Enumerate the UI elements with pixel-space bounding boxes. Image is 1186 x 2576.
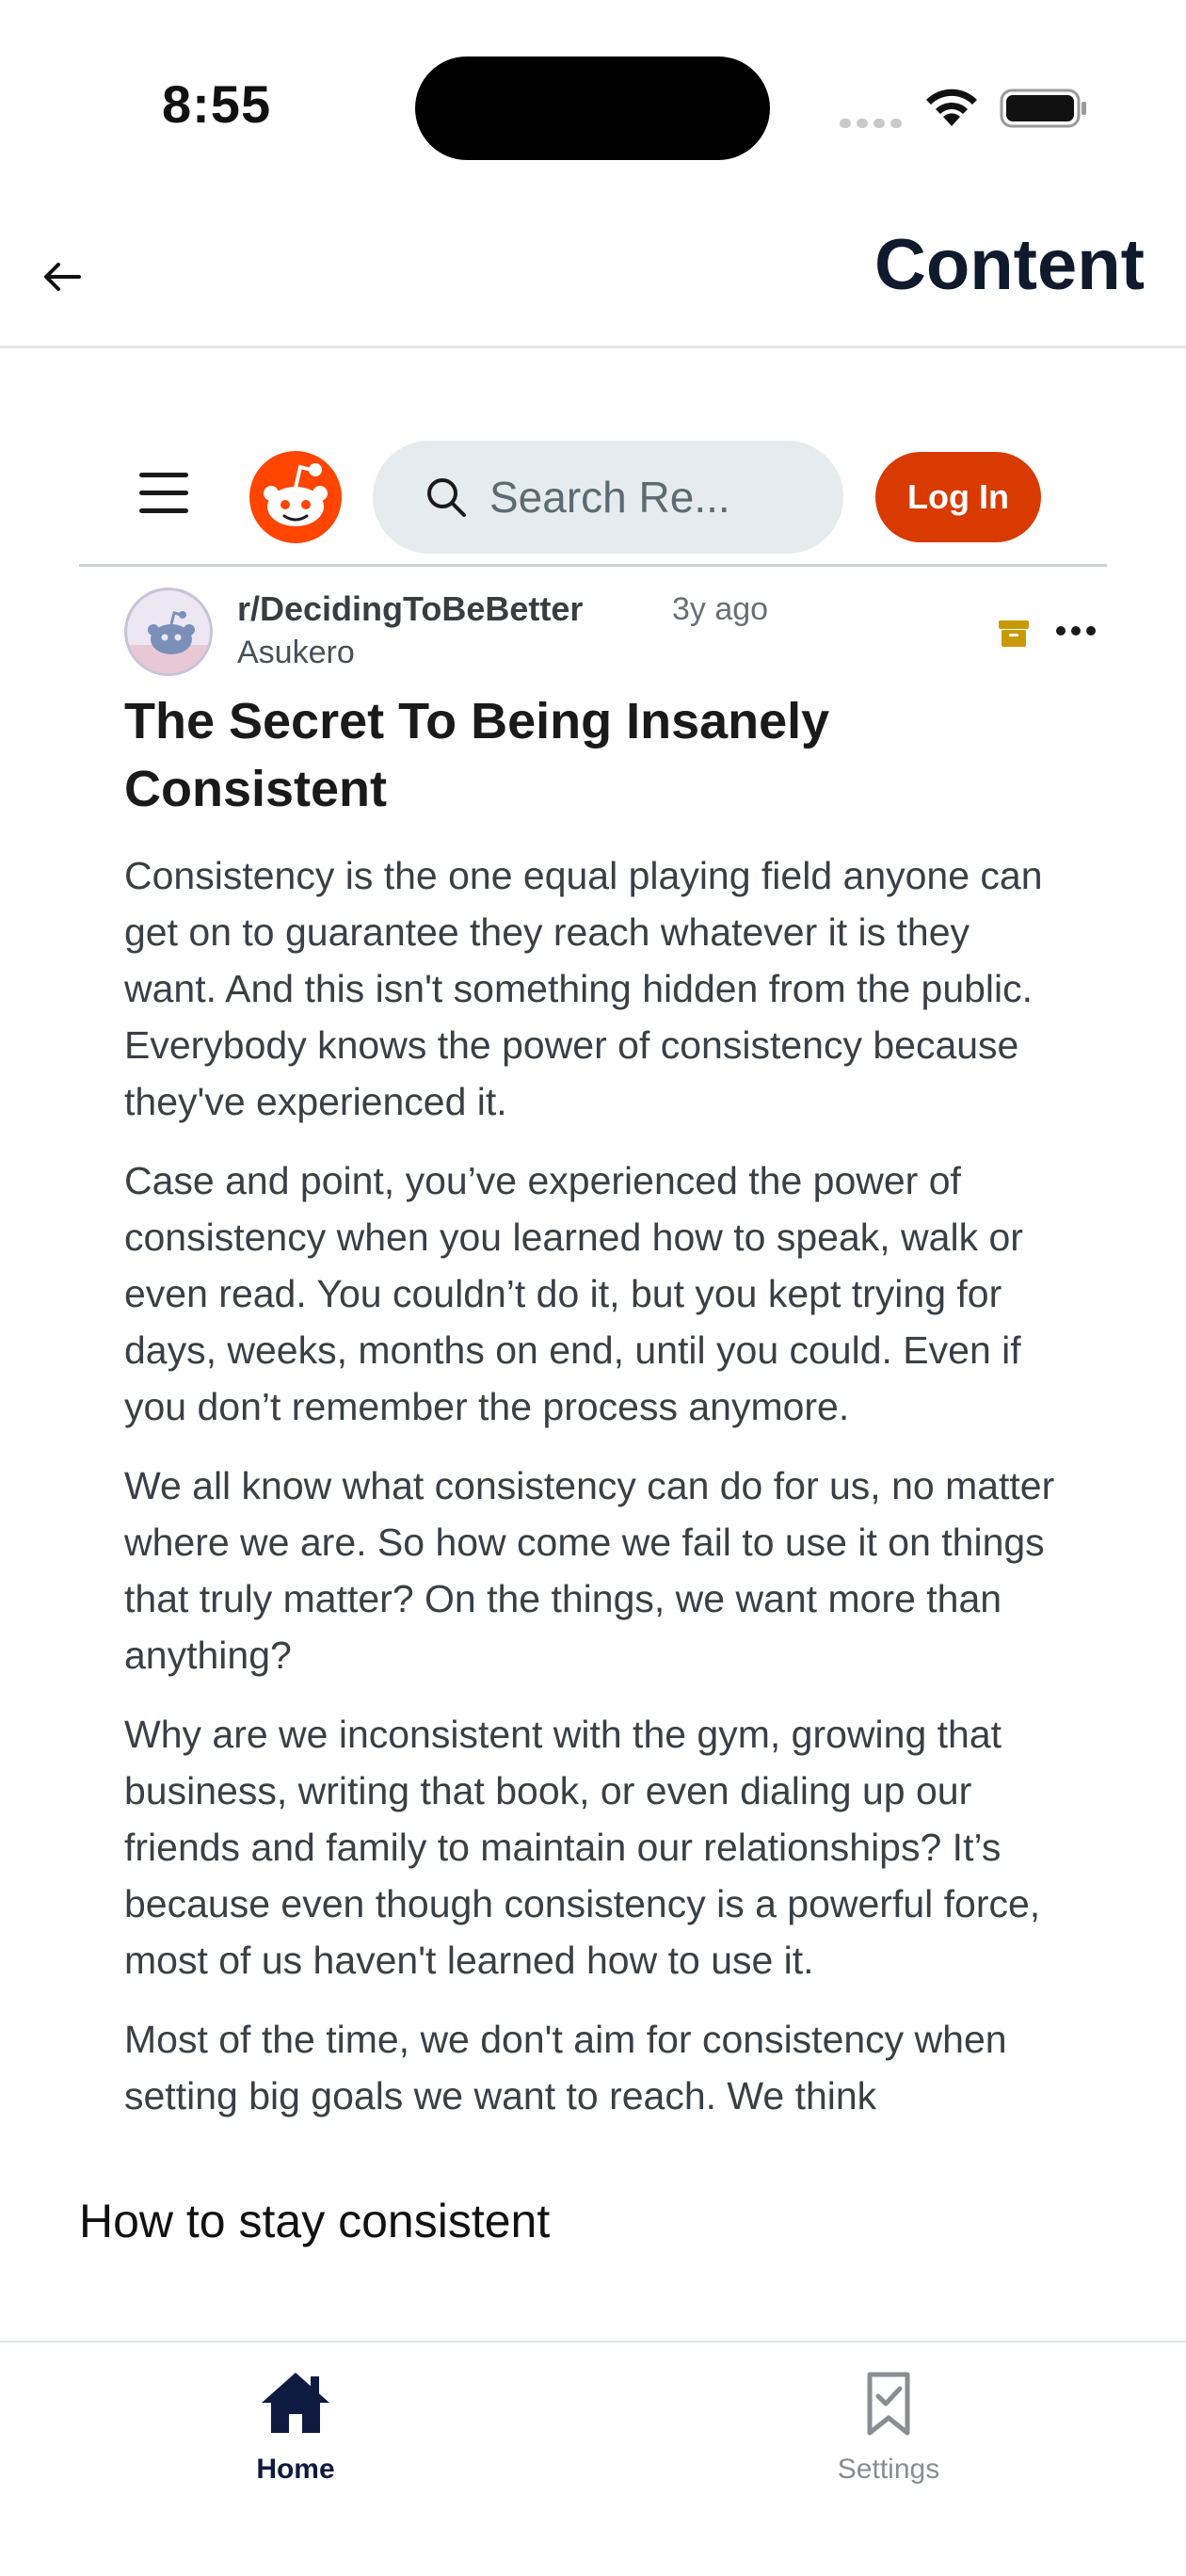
search-input[interactable]: Search Re... [373,441,843,554]
tab-bar: Home Settings [0,2341,1186,2576]
hamburger-menu-icon[interactable] [139,473,188,514]
login-button[interactable]: Log In [875,452,1041,542]
more-options-icon[interactable] [1056,623,1101,638]
dynamic-island [415,56,770,160]
home-icon [262,2373,329,2433]
page-title: Content [873,225,1145,305]
reddit-logo-icon[interactable] [248,450,343,544]
subreddit-avatar[interactable] [124,588,213,676]
tab-home[interactable]: Home [192,2365,399,2506]
post-age: 3y ago [672,591,769,627]
app-header: Content [0,198,1186,348]
search-icon [427,478,466,517]
wifi-icon [926,89,977,126]
post-body: Consistency is the one equal playing fie… [124,847,1066,2147]
tab-settings-label: Settings [837,2454,940,2485]
subreddit-link[interactable]: r/DecidingToBeBetter [237,589,583,629]
arrow-left-icon [44,263,81,291]
reddit-nav-bar: Search Re... Log In [79,414,1107,567]
post-paragraph: Consistency is the one equal playing fie… [124,854,1043,1123]
bookmark-check-icon [867,2372,910,2436]
signal-icon [840,116,907,128]
post-paragraph: Most of the time, we don't aim for consi… [124,2018,1007,2117]
tab-settings[interactable]: Settings [785,2365,992,2506]
battery-icon [1000,89,1086,128]
post-paragraph: Why are we inconsistent with the gym, gr… [124,1713,1041,1982]
tab-home-label: Home [256,2454,335,2485]
post-paragraph: We all know what consistency can do for … [124,1464,1055,1677]
search-placeholder: Search Re... [489,473,730,522]
status-bar: 8:55 [0,0,1186,188]
status-time: 8:55 [162,74,272,134]
snoo-avatar-icon [127,611,210,673]
post-author[interactable]: Asukero [237,635,355,671]
reddit-webview[interactable]: Search Re... Log In r/DecidingToBeBetter… [79,414,1107,2156]
post-paragraph: Case and point, you’ve experienced the p… [124,1159,1023,1428]
post-title: The Secret To Being Insanely Consistent [124,693,830,817]
archive-icon [999,620,1029,647]
back-button[interactable] [34,249,90,305]
section-heading: How to stay consistent [79,2195,551,2247]
post-meta: r/DecidingToBeBetter 3y ago Asukero [124,582,1096,695]
